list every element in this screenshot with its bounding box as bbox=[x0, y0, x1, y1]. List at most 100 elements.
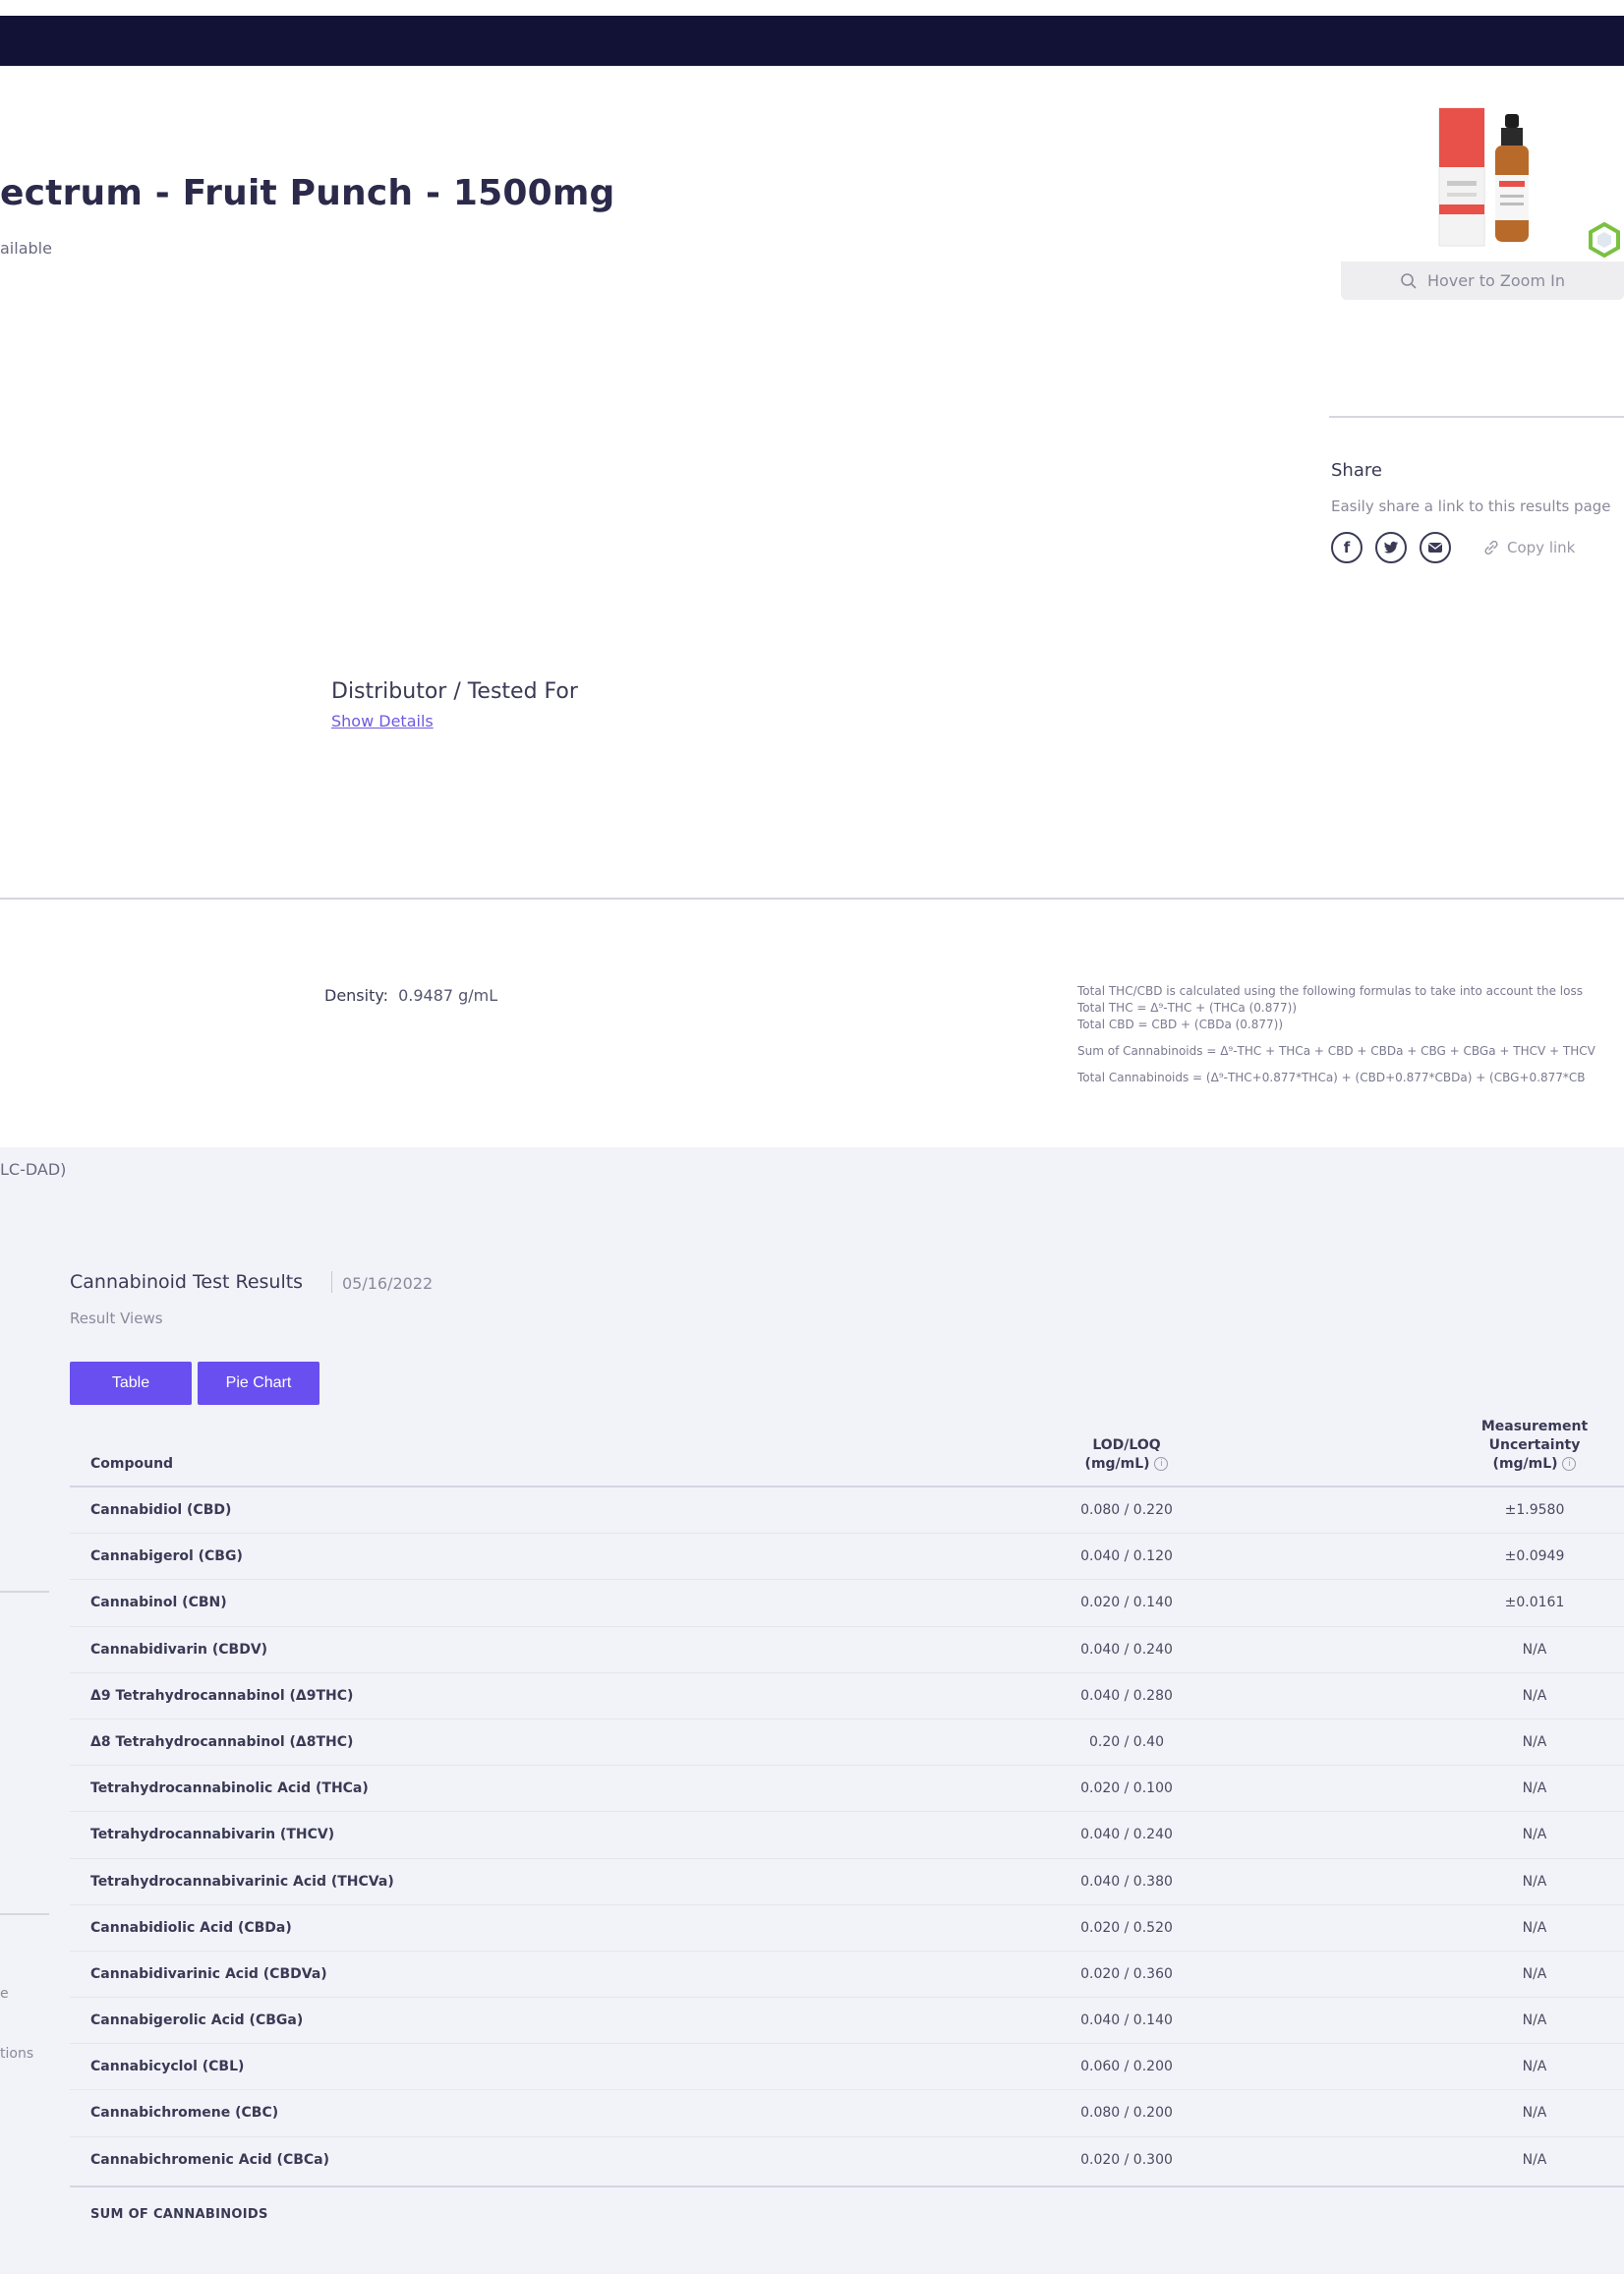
show-details-link[interactable]: Show Details bbox=[331, 712, 434, 730]
table-row: Tetrahydrocannabivarinic Acid (THCVa) 0.0… bbox=[70, 1859, 1624, 1905]
lod-loq-cell: 0.020 / 0.140 bbox=[1080, 1595, 1173, 1611]
table-row: Cannabinol (CBN) 0.020 / 0.140 ±0.0161 bbox=[70, 1580, 1624, 1627]
uncertainty-cell: N/A bbox=[1522, 1965, 1547, 1982]
title-separator bbox=[331, 1271, 332, 1293]
sidebar-text: e bbox=[0, 1986, 9, 2002]
lod-loq-cell: 0.040 / 0.240 bbox=[1080, 1827, 1173, 1843]
calculation-formulas: Total THC/CBD is calculated using the fo… bbox=[1077, 983, 1624, 1086]
table-row: Tetrahydrocannabivarin (THCV) 0.040 / 0.2… bbox=[70, 1812, 1624, 1859]
formula-total-cbd: Total CBD = CBD + (CBDa (0.877)) bbox=[1077, 1018, 1284, 1031]
compound-cell: Tetrahydrocannabivarinic Acid (THCVa) bbox=[90, 1873, 394, 1890]
compound-cell: Tetrahydrocannabivarin (THCV) bbox=[90, 1827, 335, 1843]
product-title: ectrum - Fruit Punch - 1500mg bbox=[0, 173, 615, 213]
density-value: 0.9487 g/mL bbox=[398, 986, 498, 1005]
formula-total-thc: Total THC = Δ⁹-THC + (THCa (0.877)) bbox=[1077, 1001, 1298, 1015]
table-row: Tetrahydrocannabinolic Acid (THCa) 0.020 … bbox=[70, 1766, 1624, 1813]
table-row: Cannabigerolic Acid (CBGa) 0.040 / 0.140 N… bbox=[70, 1998, 1624, 2045]
uncertainty-cell: N/A bbox=[1522, 1780, 1547, 1797]
sum-row: SUM OF CANNABINOIDS bbox=[70, 2186, 1624, 2245]
header-lod-loq: LOD/LOQ (mg/mL) i bbox=[1063, 1436, 1190, 1474]
compound-cell: Cannabicyclol (CBL) bbox=[90, 2059, 245, 2075]
table-row: Cannabidiolic Acid (CBDa) 0.020 / 0.520 N/… bbox=[70, 1905, 1624, 1952]
share-buttons: f Copy link bbox=[1331, 532, 1575, 563]
table-row: Cannabichromenic Acid (CBCa) 0.020 / 0.30… bbox=[70, 2137, 1624, 2184]
share-title: Share bbox=[1331, 460, 1382, 481]
lod-loq-cell: 0.040 / 0.120 bbox=[1080, 1548, 1173, 1565]
compound-cell: Cannabidivarin (CBDV) bbox=[90, 1641, 268, 1658]
share-description: Easily share a link to this results page bbox=[1331, 497, 1611, 515]
lod-loq-cell: 0.020 / 0.520 bbox=[1080, 1919, 1173, 1936]
table-row: Cannabichromene (CBC) 0.080 / 0.200 N/A bbox=[70, 2090, 1624, 2137]
lod-loq-cell: 0.020 / 0.100 bbox=[1080, 1780, 1173, 1797]
compound-cell: Cannabichromenic Acid (CBCa) bbox=[90, 2151, 330, 2168]
header-lod-line1: LOD/LOQ bbox=[1092, 1437, 1161, 1453]
info-icon[interactable]: i bbox=[1154, 1457, 1169, 1471]
compound-cell: Cannabigerolic Acid (CBGa) bbox=[90, 2012, 304, 2029]
lod-loq-cell: 0.080 / 0.200 bbox=[1080, 2105, 1173, 2122]
lod-loq-cell: 0.040 / 0.240 bbox=[1080, 1641, 1173, 1658]
header-compound: Compound bbox=[90, 1456, 174, 1472]
product-image[interactable] bbox=[1341, 98, 1624, 262]
results-date: 05/16/2022 bbox=[342, 1274, 434, 1293]
header-mu-line2: Uncertainty bbox=[1488, 1437, 1581, 1453]
results-title: Cannabinoid Test Results bbox=[70, 1271, 304, 1293]
formula-intro: Total THC/CBD is calculated using the fo… bbox=[1077, 984, 1583, 998]
pie-chart-view-button[interactable]: Pie Chart bbox=[198, 1362, 319, 1405]
table-header: Compound LOD/LOQ (mg/mL) i Measurement U… bbox=[70, 1416, 1624, 1487]
uncertainty-cell: N/A bbox=[1522, 1827, 1547, 1843]
zoom-hint-text: Hover to Zoom In bbox=[1426, 271, 1565, 290]
table-row: Cannabidivarinic Acid (CBDVa) 0.020 / 0.3… bbox=[70, 1952, 1624, 1999]
density: Density: 0.9487 g/mL bbox=[324, 986, 497, 1005]
table-row: Cannabigerol (CBG) 0.040 / 0.120 ±0.0949 bbox=[70, 1534, 1624, 1581]
twitter-icon[interactable] bbox=[1375, 532, 1407, 563]
uncertainty-cell: ±0.0949 bbox=[1504, 1548, 1565, 1565]
compound-cell: Tetrahydrocannabinolic Acid (THCa) bbox=[90, 1780, 369, 1797]
uncertainty-cell: N/A bbox=[1522, 1641, 1547, 1658]
section-divider bbox=[0, 898, 1624, 900]
table-row: Cannabidiol (CBD) 0.080 / 0.220 ±1.9580 bbox=[70, 1487, 1624, 1535]
sidebar-divider bbox=[0, 1913, 49, 1915]
lod-loq-cell: 0.080 / 0.220 bbox=[1080, 1502, 1173, 1518]
sum-label: SUM OF CANNABINOIDS bbox=[90, 2207, 268, 2222]
copy-link-button[interactable]: Copy link bbox=[1481, 538, 1575, 557]
formula-total: Total Cannabinoids = (Δ⁹-THC+0.877*THCa)… bbox=[1077, 1071, 1586, 1084]
facebook-icon[interactable]: f bbox=[1331, 532, 1363, 563]
lod-loq-cell: 0.20 / 0.40 bbox=[1089, 1733, 1164, 1750]
result-views-label: Result Views bbox=[70, 1310, 163, 1327]
uncertainty-cell: N/A bbox=[1522, 2105, 1547, 2122]
table-row: Δ9 Tetrahydrocannabinol (Δ9THC) 0.040 / 0… bbox=[70, 1673, 1624, 1720]
density-label: Density: bbox=[324, 986, 389, 1005]
lod-loq-cell: 0.020 / 0.360 bbox=[1080, 1965, 1173, 1982]
table-row: Cannabicyclol (CBL) 0.060 / 0.200 N/A bbox=[70, 2044, 1624, 2091]
compound-cell: Cannabidivarinic Acid (CBDVa) bbox=[90, 1965, 327, 1982]
lod-loq-cell: 0.060 / 0.200 bbox=[1080, 2059, 1173, 2075]
search-icon bbox=[1401, 272, 1417, 289]
product-image-box[interactable]: Hover to Zoom In bbox=[1341, 98, 1624, 300]
table-row: Δ8 Tetrahydrocannabinol (Δ8THC) 0.20 / 0.… bbox=[70, 1720, 1624, 1767]
header-mu-line3: (mg/mL) bbox=[1492, 1456, 1558, 1472]
compound-cell: Δ8 Tetrahydrocannabinol (Δ8THC) bbox=[90, 1733, 354, 1750]
top-navbar bbox=[0, 16, 1624, 66]
header-mu-line1: Measurement bbox=[1480, 1419, 1589, 1434]
formula-sum: Sum of Cannabinoids = Δ⁹-THC + THCa + CB… bbox=[1077, 1044, 1595, 1058]
cannabinoid-table: Compound LOD/LOQ (mg/mL) i Measurement U… bbox=[70, 1416, 1624, 2184]
table-body: Cannabidiol (CBD) 0.080 / 0.220 ±1.9580 Can… bbox=[70, 1487, 1624, 2184]
compound-cell: Δ9 Tetrahydrocannabinol (Δ9THC) bbox=[90, 1687, 354, 1704]
lod-loq-cell: 0.040 / 0.140 bbox=[1080, 2012, 1173, 2029]
table-view-button[interactable]: Table bbox=[70, 1362, 192, 1405]
product-subtitle: ailable bbox=[0, 239, 52, 258]
copy-link-label: Copy link bbox=[1507, 539, 1576, 556]
compound-cell: Cannabigerol (CBG) bbox=[90, 1548, 243, 1565]
uncertainty-cell: ±1.9580 bbox=[1504, 1502, 1565, 1518]
info-icon[interactable]: i bbox=[1562, 1457, 1577, 1471]
email-icon[interactable] bbox=[1420, 532, 1451, 563]
share-divider bbox=[1329, 416, 1624, 418]
distributor-label: Distributor / Tested For bbox=[331, 679, 578, 704]
lod-loq-cell: 0.040 / 0.380 bbox=[1080, 1873, 1173, 1890]
lod-loq-cell: 0.040 / 0.280 bbox=[1080, 1687, 1173, 1704]
uncertainty-cell: N/A bbox=[1522, 1733, 1547, 1750]
uncertainty-cell: N/A bbox=[1522, 1687, 1547, 1704]
uncertainty-cell: N/A bbox=[1522, 2059, 1547, 2075]
header-lod-line2: (mg/mL) bbox=[1084, 1456, 1150, 1472]
lod-loq-cell: 0.020 / 0.300 bbox=[1080, 2151, 1173, 2168]
